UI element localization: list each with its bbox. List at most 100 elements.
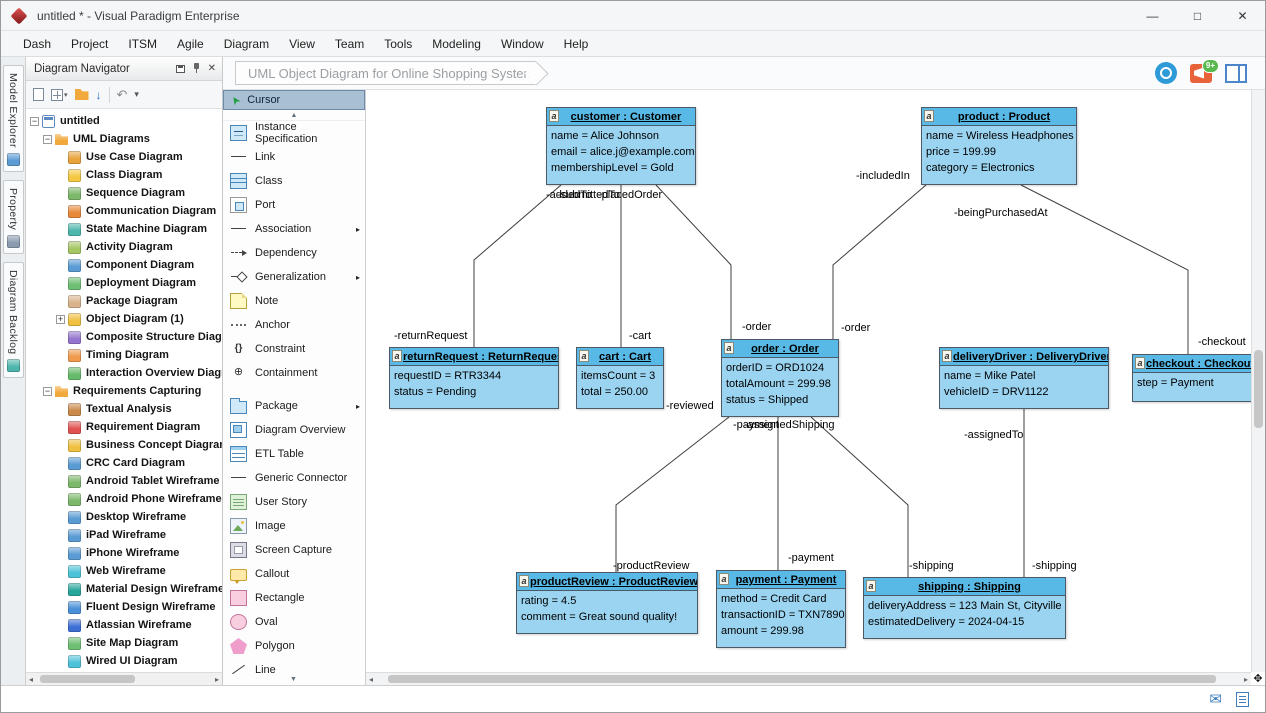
uml-object-order[interactable]: aorder : OrderorderID = ORD1024totalAmou… — [721, 339, 839, 417]
menu-agile[interactable]: Agile — [167, 34, 214, 54]
palette-scroll-up[interactable]: ▲ — [223, 110, 365, 121]
tree-item-interaction-overview-diagram[interactable]: Interaction Overview Diagram — [26, 364, 222, 382]
flyout-arrow-icon[interactable]: ▸ — [356, 402, 360, 411]
menu-view[interactable]: View — [279, 34, 325, 54]
collapse-icon[interactable]: − — [43, 135, 52, 144]
tree-item-composite-structure-diagram[interactable]: Composite Structure Diagram — [26, 328, 222, 346]
palette-item-package[interactable]: Package▸ — [223, 394, 365, 418]
palette-item-polygon[interactable]: Polygon — [223, 634, 365, 658]
new-diagram-button[interactable] — [33, 88, 44, 101]
diagram-canvas[interactable]: acustomer : Customername = Alice Johnson… — [366, 90, 1265, 685]
tree-item-requirement-diagram[interactable]: Requirement Diagram — [26, 418, 222, 436]
tree-item-requirements-capturing[interactable]: −Requirements Capturing — [26, 382, 222, 400]
tree-hscrollbar[interactable]: ◂ ▸ — [26, 672, 222, 685]
uml-object-returnRequest[interactable]: areturnRequest : ReturnRequestrequestID … — [389, 347, 559, 409]
tree-item-android-phone-wireframe[interactable]: Android Phone Wireframe — [26, 490, 222, 508]
palette-item-class[interactable]: Class — [223, 169, 365, 193]
edge-label-order[interactable]: -order — [742, 321, 771, 333]
menu-itsm[interactable]: ITSM — [118, 34, 167, 54]
tree-item-state-machine-diagram[interactable]: State Machine Diagram — [26, 220, 222, 238]
uml-object-product[interactable]: aproduct : Productname = Wireless Headph… — [921, 107, 1077, 185]
scroll-right-icon[interactable]: ▸ — [215, 675, 219, 684]
tree-item-desktop-wireframe[interactable]: Desktop Wireframe — [26, 508, 222, 526]
more-button[interactable]: ▾ — [134, 89, 139, 100]
palette-item-diagram-overview[interactable]: Diagram Overview — [223, 418, 365, 442]
menu-dash[interactable]: Dash — [13, 34, 61, 54]
palette-item-rectangle[interactable]: Rectangle — [223, 586, 365, 610]
menu-help[interactable]: Help — [554, 34, 599, 54]
edge-label-order[interactable]: -order — [841, 322, 870, 334]
flyout-arrow-icon[interactable]: ▸ — [356, 273, 360, 282]
tree-item-ipad-wireframe[interactable]: iPad Wireframe — [26, 526, 222, 544]
up-level-button[interactable]: ↶ — [117, 87, 128, 103]
edge-label-assignedshipping[interactable]: -assignedShipping — [744, 419, 835, 431]
view-options-button[interactable]: ▾ — [51, 89, 68, 101]
pin-panel-icon[interactable] — [193, 63, 200, 74]
palette-item-generalization[interactable]: Generalization▸ — [223, 265, 365, 289]
uml-object-cart[interactable]: acart : CartitemsCount = 3total = 250.00 — [576, 347, 664, 409]
tree-item-textual-analysis[interactable]: Textual Analysis — [26, 400, 222, 418]
breadcrumb[interactable]: UML Object Diagram for Online Shopping S… — [235, 61, 545, 85]
pan-tool-icon[interactable]: ✥ — [1251, 672, 1265, 685]
edge-label-placedorder[interactable]: -placedOrder — [598, 189, 662, 201]
uml-object-productReview[interactable]: aproductReview : ProductReviewrating = 4… — [516, 572, 698, 634]
palette-item-generic-connector[interactable]: Generic Connector — [223, 466, 365, 490]
edge-label-cart[interactable]: -cart — [629, 330, 651, 342]
scroll-left-icon[interactable]: ◂ — [369, 675, 373, 684]
canvas-hscrollbar[interactable]: ◂ ▸ — [366, 672, 1251, 685]
tree-item-android-tablet-wireframe[interactable]: Android Tablet Wireframe — [26, 472, 222, 490]
uml-object-shipping[interactable]: ashipping : ShippingdeliveryAddress = 12… — [863, 577, 1066, 639]
float-panel-icon[interactable] — [176, 65, 185, 73]
open-folder-button[interactable] — [75, 89, 89, 100]
edge-label-payment[interactable]: -payment — [788, 552, 834, 564]
tree-item-activity-diagram[interactable]: Activity Diagram — [26, 238, 222, 256]
tree-item-communication-diagram[interactable]: Communication Diagram — [26, 202, 222, 220]
tree-item-atlassian-wireframe[interactable]: Atlassian Wireframe — [26, 616, 222, 634]
vp-assistant-icon[interactable] — [1155, 62, 1177, 84]
hscroll-thumb[interactable] — [388, 675, 1216, 683]
tree-item-sequence-diagram[interactable]: Sequence Diagram — [26, 184, 222, 202]
notifications-icon[interactable]: 9+ — [1190, 64, 1212, 83]
tree-hscroll-thumb[interactable] — [40, 675, 135, 683]
palette-item-oval[interactable]: Oval — [223, 610, 365, 634]
edge-label-productreview[interactable]: -productReview — [613, 560, 689, 572]
collapse-icon[interactable]: − — [43, 387, 52, 396]
palette-item-port[interactable]: Port — [223, 193, 365, 217]
palette-item-note[interactable]: Note — [223, 289, 365, 313]
palette-item-instance-specification[interactable]: Instance Specification — [223, 121, 365, 145]
tree-item-component-diagram[interactable]: Component Diagram — [26, 256, 222, 274]
edge-label-checkout[interactable]: -checkout — [1198, 336, 1246, 348]
tree-item-package-diagram[interactable]: Package Diagram — [26, 292, 222, 310]
tree-item-timing-diagram[interactable]: Timing Diagram — [26, 346, 222, 364]
sort-button[interactable]: ↓ — [96, 88, 102, 102]
palette-item-screen-capture[interactable]: Screen Capture — [223, 538, 365, 562]
tab-model-explorer[interactable]: Model Explorer — [3, 65, 24, 172]
menu-window[interactable]: Window — [491, 34, 554, 54]
minimize-button[interactable]: — — [1130, 1, 1175, 30]
palette-item-cursor[interactable]: ➤ Cursor — [223, 90, 365, 110]
menu-team[interactable]: Team — [325, 34, 374, 54]
tree-item-wired-ui-diagram[interactable]: Wired UI Diagram — [26, 652, 222, 670]
tree-item-material-design-wireframe[interactable]: Material Design Wireframe — [26, 580, 222, 598]
scroll-left-icon[interactable]: ◂ — [29, 675, 33, 684]
uml-object-checkout[interactable]: acheckout : Checkoutstep = Payment — [1132, 354, 1258, 402]
vscroll-thumb[interactable] — [1254, 350, 1263, 428]
close-panel-icon[interactable]: ✕ — [208, 64, 216, 74]
tree-item-deployment-diagram[interactable]: Deployment Diagram — [26, 274, 222, 292]
close-button[interactable]: ✕ — [1220, 1, 1265, 30]
tree-item-class-diagram[interactable]: Class Diagram — [26, 166, 222, 184]
tab-property[interactable]: Property — [3, 180, 24, 254]
edge-label-shipping[interactable]: -shipping — [909, 560, 954, 572]
flyout-arrow-icon[interactable]: ▸ — [356, 225, 360, 234]
tree-item-use-case-diagram[interactable]: Use Case Diagram — [26, 148, 222, 166]
tree-item-crc-card-diagram[interactable]: CRC Card Diagram — [26, 454, 222, 472]
palette-item-dependency[interactable]: Dependency — [223, 241, 365, 265]
menu-diagram[interactable]: Diagram — [214, 34, 279, 54]
canvas-vscrollbar[interactable] — [1251, 90, 1265, 672]
message-icon[interactable]: ✉ — [1209, 690, 1222, 708]
tree-item-object-diagram-1[interactable]: +Object Diagram (1) — [26, 310, 222, 328]
edge-label-shipping[interactable]: -shipping — [1032, 560, 1077, 572]
scroll-right-icon[interactable]: ▸ — [1244, 675, 1248, 684]
palette-scroll-down[interactable]: ▼ — [223, 674, 364, 685]
tree-item-site-map-diagram[interactable]: Site Map Diagram — [26, 634, 222, 652]
